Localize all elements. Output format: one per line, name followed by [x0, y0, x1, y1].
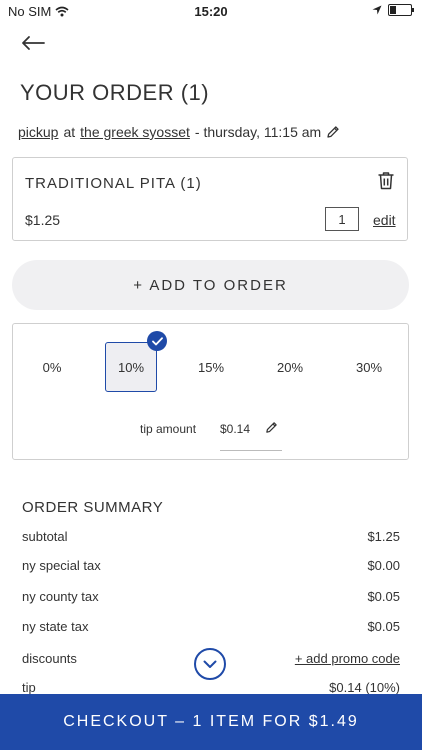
summary-value: $0.00 [367, 558, 400, 573]
summary-row-county-tax: ny county tax $0.05 [22, 589, 400, 604]
tip-option-15[interactable]: 15% [185, 342, 237, 392]
location-link[interactable]: the greek syosset [80, 124, 190, 140]
page-title: YOUR ORDER (1) [20, 80, 210, 105]
status-bar: No SIM 15:20 [0, 0, 422, 22]
summary-row-subtotal: subtotal $1.25 [22, 529, 400, 544]
remove-item-button[interactable] [377, 171, 395, 195]
tip-amount-label: tip amount [140, 422, 197, 436]
order-meta-at: at [63, 124, 76, 140]
status-right [372, 4, 414, 16]
item-title: TRADITIONAL PITA (1) [25, 175, 202, 192]
add-promo-code-link[interactable]: + add promo code [295, 651, 400, 666]
summary-value: $1.25 [367, 529, 400, 544]
order-summary-title: ORDER SUMMARY [22, 499, 164, 516]
order-time: - thursday, 11:15 am [194, 124, 322, 140]
scroll-down-button[interactable] [194, 648, 226, 680]
summary-row-special-tax: ny special tax $0.00 [22, 558, 400, 573]
summary-value: $0.05 [367, 589, 400, 604]
back-button[interactable] [18, 30, 48, 56]
tip-option-10[interactable]: 10% [105, 342, 157, 392]
order-item-card: TRADITIONAL PITA (1) $1.25 edit [12, 157, 408, 241]
status-time: 15:20 [194, 4, 228, 19]
summary-row-tip: tip $0.14 (10%) [22, 680, 400, 695]
order-mode-link[interactable]: pickup [18, 124, 58, 140]
pencil-icon [266, 422, 277, 433]
edit-item-link[interactable]: edit [373, 212, 396, 228]
item-price: $1.25 [25, 212, 61, 228]
add-to-order-button[interactable]: + ADD TO ORDER [12, 260, 409, 310]
summary-label: discounts [22, 651, 77, 666]
summary-label: ny special tax [22, 558, 101, 573]
trash-icon [378, 172, 394, 190]
summary-value: $0.14 (10%) [329, 680, 400, 695]
location-arrow-icon [372, 5, 382, 15]
summary-row-state-tax: ny state tax $0.05 [22, 619, 400, 634]
tip-option-20[interactable]: 20% [264, 342, 316, 392]
summary-label: subtotal [22, 529, 68, 544]
summary-label: tip [22, 680, 36, 695]
tip-option-0[interactable]: 0% [26, 342, 78, 392]
tip-option-30[interactable]: 30% [343, 342, 395, 392]
edit-order-details-button[interactable] [326, 125, 340, 139]
summary-label: ny county tax [22, 589, 99, 604]
summary-value: $0.05 [367, 619, 400, 634]
checkout-button[interactable]: CHECKOUT – 1 ITEM FOR $1.49 [0, 694, 422, 750]
tip-selector: 0% 10% 15% 20% 30% tip amount $0.14 [12, 323, 409, 460]
tip-amount-underline [220, 450, 282, 451]
pencil-icon [327, 126, 339, 138]
chevron-down-icon [203, 660, 217, 668]
summary-label: ny state tax [22, 619, 89, 634]
battery-icon [388, 4, 414, 16]
tip-amount-value[interactable]: $0.14 [220, 422, 250, 436]
edit-tip-button[interactable] [265, 421, 278, 439]
back-arrow-icon [22, 36, 45, 50]
check-icon [147, 331, 167, 351]
quantity-input[interactable] [325, 207, 359, 231]
order-meta: pickup at the greek syosset - thursday, … [18, 124, 340, 140]
